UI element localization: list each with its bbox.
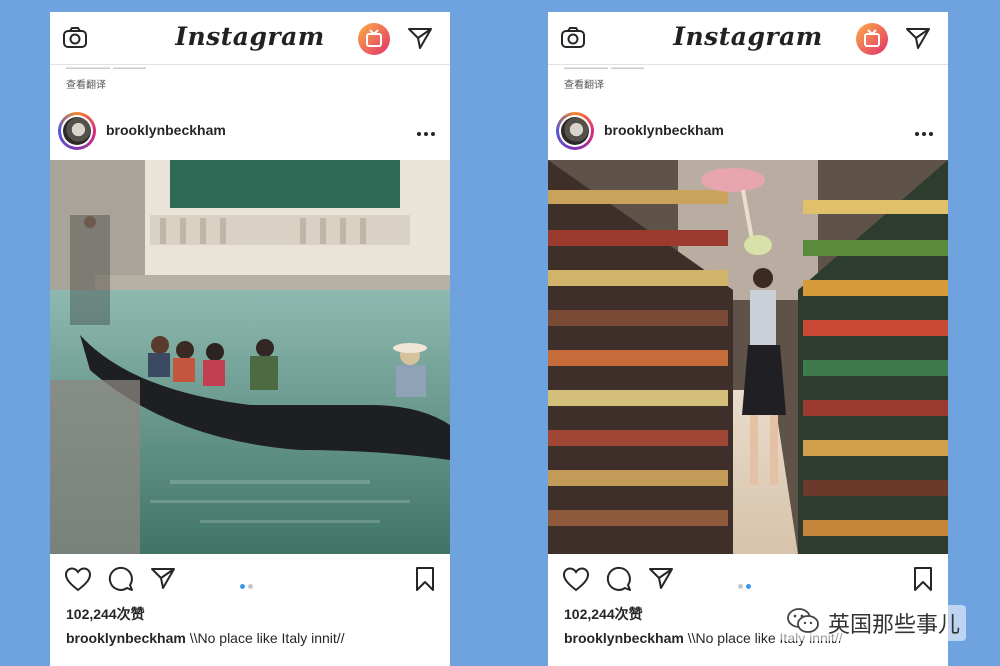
bookmark-icon[interactable] — [414, 566, 436, 597]
igtv-icon[interactable] — [358, 23, 390, 60]
post-photo-gondola[interactable] — [50, 160, 450, 554]
instagram-wordmark: Instagram — [673, 22, 823, 51]
share-icon[interactable] — [150, 566, 176, 595]
post-photo-supermarket[interactable] — [548, 160, 948, 554]
see-translation-link[interactable]: 查看翻译 — [66, 76, 106, 91]
carousel-dot — [248, 584, 253, 589]
previous-caption-fragment: ———— ——— — [66, 65, 147, 71]
send-icon[interactable] — [407, 26, 433, 55]
post-header: brooklynbeckham — [548, 110, 948, 154]
carousel-indicator — [240, 576, 256, 594]
wechat-watermark: 英国那些事儿 — [780, 605, 967, 641]
like-count[interactable]: 102,244次赞 — [564, 604, 643, 624]
post-username[interactable]: brooklynbeckham — [604, 122, 724, 138]
caption-username[interactable]: brooklynbeckham — [564, 630, 684, 646]
more-icon[interactable] — [914, 124, 934, 142]
post-caption: brooklynbeckham \\No place like Italy in… — [66, 630, 345, 646]
post-actions — [50, 564, 450, 594]
post-username[interactable]: brooklynbeckham — [106, 122, 226, 138]
avatar[interactable] — [58, 112, 96, 150]
carousel-dot-active — [240, 584, 245, 589]
top-bar: Instagram — [548, 12, 948, 65]
like-count[interactable]: 102,244次赞 — [66, 604, 145, 624]
carousel-indicator — [738, 576, 754, 594]
caption-username[interactable]: brooklynbeckham — [66, 630, 186, 646]
bookmark-icon[interactable] — [912, 566, 934, 597]
avatar[interactable] — [556, 112, 594, 150]
share-icon[interactable] — [648, 566, 674, 595]
top-bar: Instagram — [50, 12, 450, 65]
instagram-screen-right: Instagram ———— ——— 查看翻译 brooklynbeckham — [548, 12, 948, 666]
carousel-dot-active — [746, 584, 751, 589]
heart-icon[interactable] — [562, 566, 590, 597]
watermark-text: 英国那些事儿 — [828, 613, 961, 638]
instagram-screen-left: Instagram ———— ——— 查看翻译 brooklynbeckham — [50, 12, 450, 666]
carousel-dot — [738, 584, 743, 589]
more-icon[interactable] — [416, 124, 436, 142]
igtv-icon[interactable] — [856, 23, 888, 60]
comment-icon[interactable] — [606, 566, 632, 597]
send-icon[interactable] — [905, 26, 931, 55]
post-actions — [548, 564, 948, 594]
caption-text: \\No place like Italy innit// — [185, 630, 345, 646]
previous-caption-fragment: ———— ——— — [564, 65, 645, 71]
instagram-wordmark: Instagram — [175, 22, 325, 51]
wechat-icon — [786, 607, 820, 640]
heart-icon[interactable] — [64, 566, 92, 597]
comment-icon[interactable] — [108, 566, 134, 597]
post-header: brooklynbeckham — [50, 110, 450, 154]
see-translation-link[interactable]: 查看翻译 — [564, 76, 604, 91]
